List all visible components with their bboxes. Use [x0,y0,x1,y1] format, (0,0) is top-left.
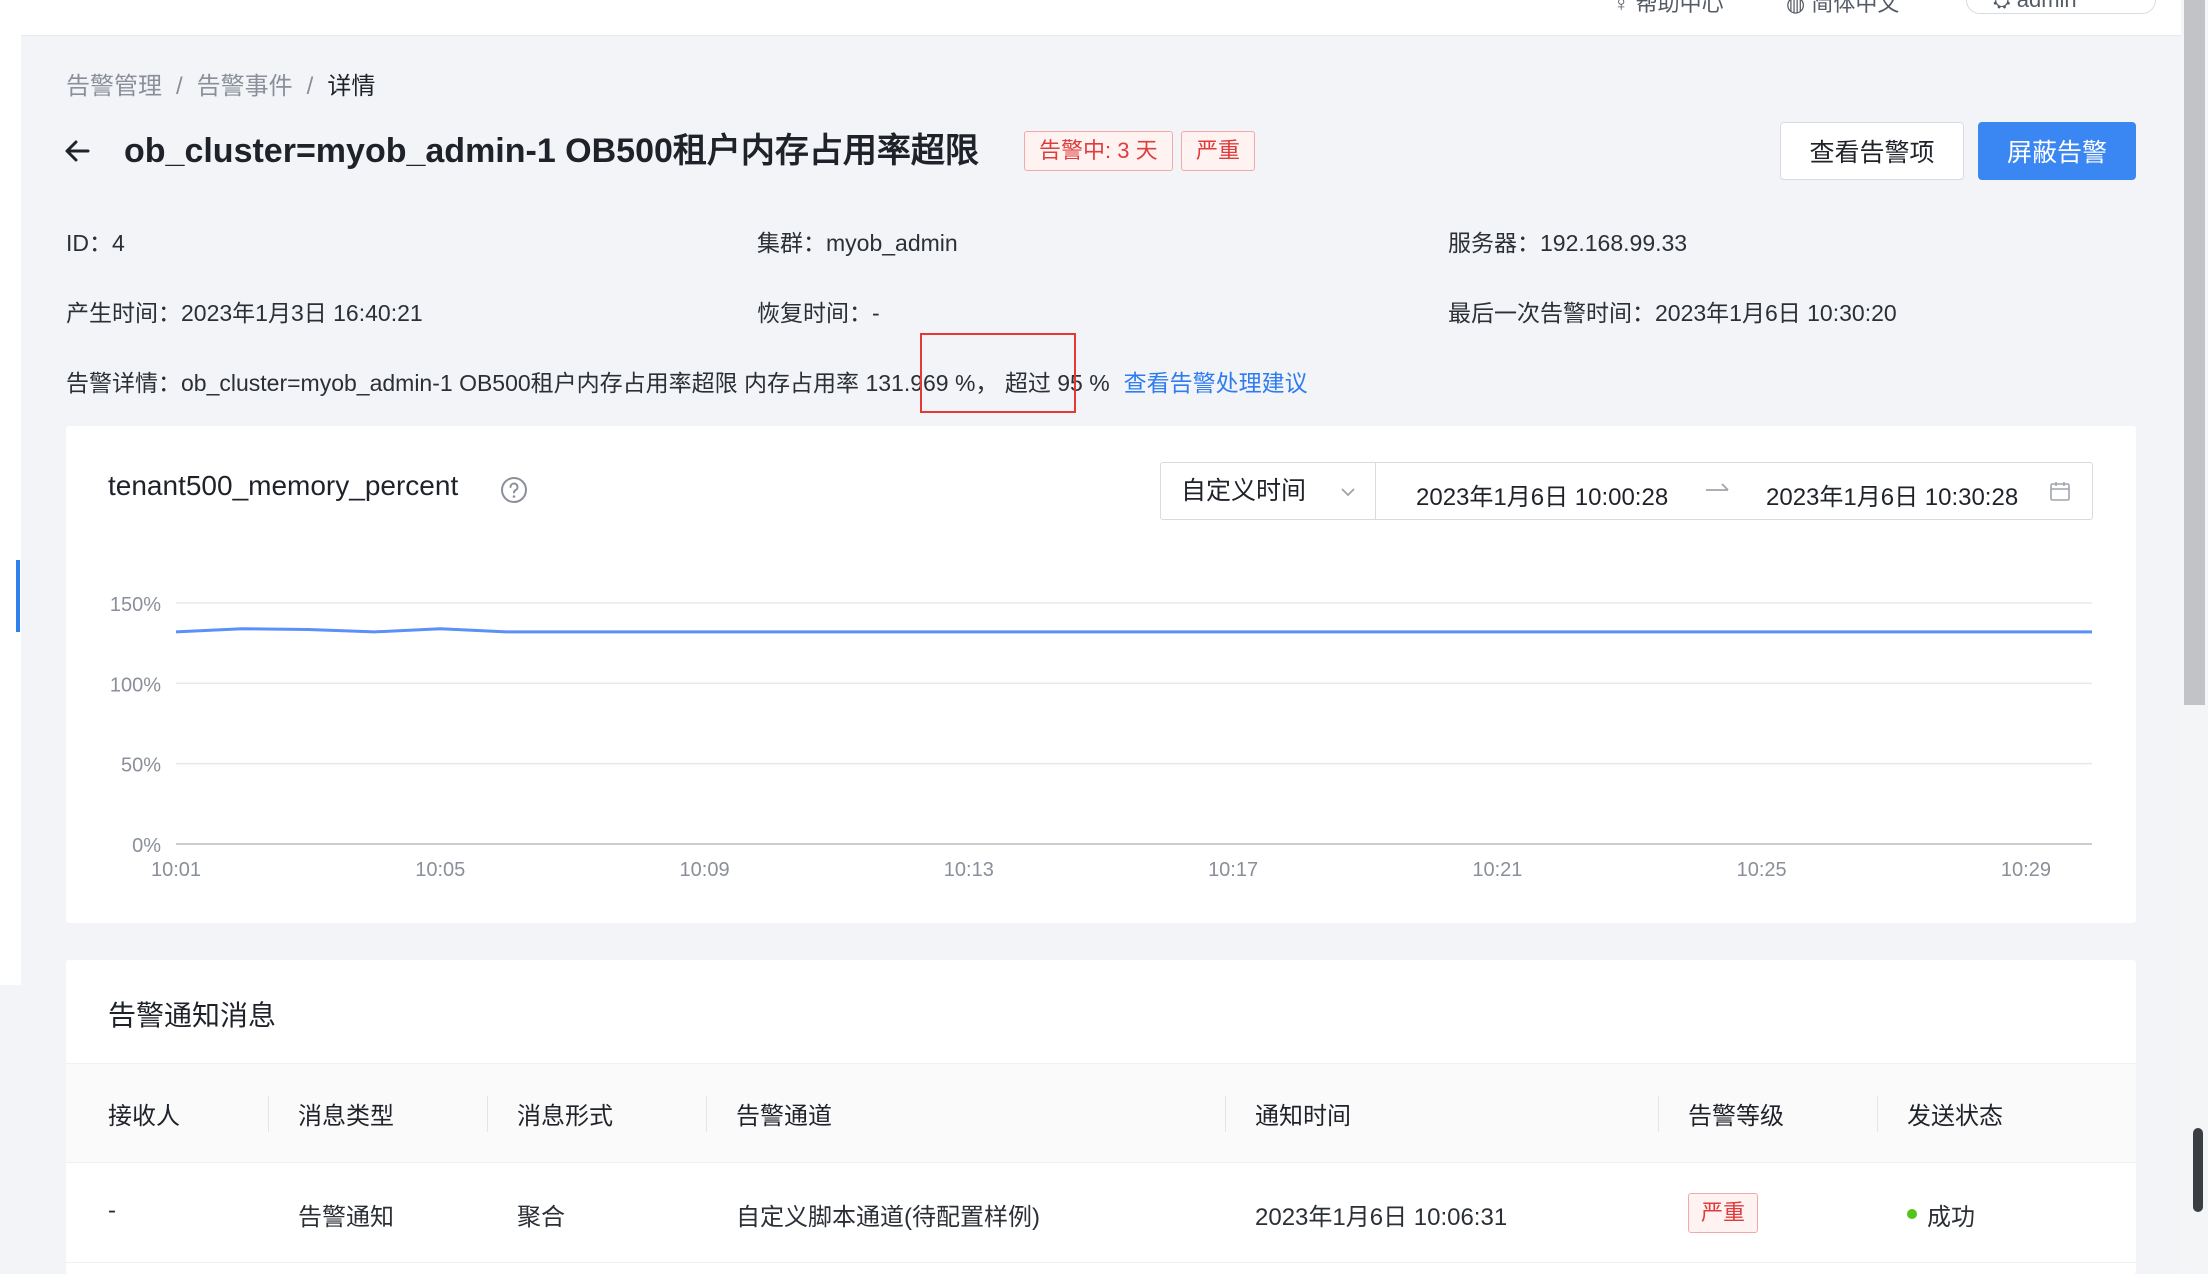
breadcrumb-current: 详情 [327,73,376,100]
user-icon: ⛭ [1993,0,2017,12]
breadcrumb-separator: / [176,73,183,100]
col-divider [1877,1096,1878,1132]
view-alert-items-button[interactable]: 查看告警项 [1780,122,1964,180]
cell-msg-type: 告警通知 [298,1204,394,1231]
info-created-label: 产生时间： [66,300,181,326]
col-receiver: 接收人 [108,1103,180,1130]
success-dot-icon [1907,1209,1917,1219]
col-time: 通知时间 [1255,1103,1351,1130]
breadcrumb-separator: / [306,73,314,100]
table-row: - 告警通知 聚合 自定义脚本通道(待配置样例) 2023年1月6日 10:06… [66,1163,2136,1263]
table-header: 接收人 消息类型 消息形式 告警通道 通知时间 告警等级 发送状态 [66,1063,2136,1163]
alert-detail-label: 告警详情： [66,370,181,396]
globe-icon: ◍ [1786,0,1812,16]
mute-alert-button[interactable]: 屏蔽告警 [1978,122,2136,180]
notification-card: 告警通知消息 接收人 消息类型 消息形式 告警通道 通知时间 告警等级 发送状态… [66,960,2136,1274]
alert-detail-threshold: 超过 95 % [998,370,1110,396]
x-tick-label: 10:25 [1737,859,1787,881]
x-tick-label: 10:17 [1208,859,1258,881]
col-level: 告警等级 [1688,1103,1784,1130]
x-tick-label: 10:29 [2001,859,2051,881]
cell-status: 成功 [1927,1204,1975,1231]
metric-chart-card: tenant500_memory_percent 自定义时间 2023年1月6日… [66,426,2136,923]
breadcrumb: 告警管理 / 告警事件 / 详情 [66,66,375,101]
info-recovered: 恢复时间：- [757,294,880,328]
bulb-icon: ♀ [1613,0,1636,16]
info-recovered-label: 恢复时间： [757,300,872,326]
cell-msg-form: 聚合 [517,1204,565,1231]
severity-tag: 严重 [1181,131,1256,171]
info-id-value: 4 [112,230,125,256]
help-center-link[interactable]: ♀ 帮助中心 [1613,0,1724,18]
cell-receiver: - [108,1197,116,1224]
col-msg-type: 消息类型 [298,1103,394,1130]
info-server-label: 服务器： [1448,230,1540,256]
top-bar: ♀ 帮助中心 ◍ 简体中文 ⛭ admin [21,0,2187,36]
col-divider [1225,1096,1226,1132]
y-tick-label: 100% [110,674,161,696]
x-tick-label: 10:05 [415,859,465,881]
mini-scroll-handle[interactable] [2193,1128,2203,1212]
col-channel: 告警通道 [736,1103,832,1130]
info-cluster-label: 集群： [757,230,826,256]
alert-detail: 告警详情：ob_cluster=myob_admin-1 OB500租户内存占用… [66,364,1308,398]
alert-detail-text: ob_cluster=myob_admin-1 OB500租户内存占用率超限 内… [181,370,860,396]
info-created: 产生时间：2023年1月3日 16:40:21 [66,294,423,328]
col-divider [1658,1096,1659,1132]
x-tick-label: 10:21 [1472,859,1522,881]
notification-title: 告警通知消息 [108,1000,277,1031]
help-center-label: 帮助中心 [1635,0,1724,16]
info-last-alert-label: 最后一次告警时间： [1448,300,1655,326]
x-tick-label: 10:01 [151,859,201,881]
col-divider [487,1096,488,1132]
page-title: ob_cluster=myob_admin-1 OB500租户内存占用率超限 [124,132,979,170]
x-tick-label: 10:13 [944,859,994,881]
user-menu[interactable]: ⛭ admin [1966,0,2156,14]
info-server-value: 192.168.99.33 [1540,230,1688,256]
info-id-label: ID： [66,230,112,256]
y-tick-label: 50% [121,755,161,777]
col-divider [268,1096,269,1132]
cell-level-tag: 严重 [1688,1193,1759,1233]
language-label: 简体中文 [1811,0,1900,16]
scrollbar-thumb[interactable] [2184,0,2205,705]
info-last-alert-value: 2023年1月6日 10:30:20 [1655,300,1897,326]
col-status: 发送状态 [1907,1103,2003,1130]
breadcrumb-alert-management[interactable]: 告警管理 [66,73,162,100]
left-rail [0,0,21,1274]
language-switch[interactable]: ◍ 简体中文 [1786,0,1899,18]
cell-channel: 自定义脚本通道(待配置样例) [736,1204,1040,1231]
info-cluster: 集群：myob_admin [757,224,958,258]
alert-advice-link[interactable]: 查看告警处理建议 [1124,370,1308,396]
info-server: 服务器：192.168.99.33 [1448,224,1687,258]
y-tick-label: 0% [132,835,161,857]
x-tick-label: 10:09 [680,859,730,881]
breadcrumb-alert-events[interactable]: 告警事件 [197,73,293,100]
y-tick-label: 150% [110,594,161,616]
alert-detail-value: 131.969 %， [859,370,999,396]
page-scrollbar[interactable] [2181,0,2208,1274]
col-msg-form: 消息形式 [517,1103,613,1130]
user-name: admin [2017,0,2077,12]
col-divider [706,1096,707,1132]
info-created-value: 2023年1月3日 16:40:21 [181,300,423,326]
cell-time: 2023年1月6日 10:06:31 [1255,1204,1508,1231]
memory-line-chart: 150% 100% 50% 0%10:01 10:05 10:09 10:13 10:17 10… [110,594,2092,881]
alerting-duration-tag: 告警中: 3 天 [1024,131,1173,171]
info-id: ID：4 [66,224,125,258]
nav-active-indicator [16,560,20,632]
info-cluster-value: myob_admin [826,230,958,256]
left-rail-bottom [0,985,21,1274]
arrow-left-icon[interactable] [62,136,92,166]
info-recovered-value: - [872,300,880,326]
info-last-alert: 最后一次告警时间：2023年1月6日 10:30:20 [1448,294,1897,328]
series-line [175,627,2092,634]
